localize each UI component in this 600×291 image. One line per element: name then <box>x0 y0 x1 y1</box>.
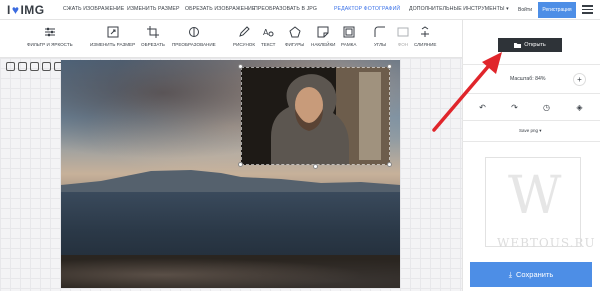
nav-link-convert-jpg[interactable]: ПРЕОБРАЗОВАТЬ В JPG <box>254 6 317 12</box>
crop-icon <box>146 26 159 38</box>
copy-icon[interactable] <box>42 62 51 71</box>
nav-link-photo-editor[interactable]: РЕДАКТОР ФОТОГРАФИЙ <box>334 6 400 12</box>
resize-handle[interactable] <box>387 64 392 69</box>
zoom-in-button[interactable]: + <box>573 73 586 86</box>
zoom-icon[interactable] <box>6 62 15 71</box>
pencil-icon <box>239 26 250 37</box>
tool-corners[interactable]: УГЛЫ <box>374 26 386 47</box>
tool-crop[interactable]: ОБРЕЗАТЬ <box>141 26 165 47</box>
sliders-icon <box>44 27 55 37</box>
tool-merge[interactable]: СЛИЯНИЕ <box>414 26 436 47</box>
watermark-logo: W <box>508 166 562 226</box>
save-format-select[interactable]: Save png ▾ <box>519 128 542 134</box>
sticker-icon <box>317 26 329 38</box>
text-icon: A <box>263 28 274 37</box>
hamburger-menu-icon[interactable] <box>582 5 593 14</box>
nav-link-crop[interactable]: ОБРЕЗАТЬ ИЗОБРАЖЕНИЕ <box>185 6 255 12</box>
nav-link-compress[interactable]: СЖАТЬ ИЗОБРАЖЕНИЕ <box>63 6 124 12</box>
logo[interactable]: I ♥ IMG <box>7 3 45 17</box>
tool-filter-brightness[interactable]: ФИЛЬТР И ЯРКОСТЬ <box>27 26 73 47</box>
login-button[interactable]: Войти <box>514 2 536 18</box>
merge-icon <box>421 26 430 37</box>
zoom-level-label: Масштаб: 84% <box>510 76 546 82</box>
register-button[interactable]: Регистрация <box>538 2 576 18</box>
resize-handle[interactable] <box>238 64 243 69</box>
divider <box>462 141 600 142</box>
shapes-icon <box>289 26 301 38</box>
tool-frame[interactable]: РАМКА <box>341 26 356 47</box>
red-arrow-annotation <box>432 52 502 132</box>
transform-icon <box>188 27 199 37</box>
selection-box[interactable] <box>241 67 390 165</box>
watermark-text: WEBTOUS.RU <box>497 236 596 250</box>
canvas-mini-toolbar <box>6 62 63 71</box>
tool-draw[interactable]: РИСУНОК <box>233 26 255 47</box>
mountain-silhouette <box>61 170 400 195</box>
resize-handle[interactable] <box>387 162 392 167</box>
layers-icon[interactable]: ◈ <box>573 101 586 114</box>
editor-toolbar: ФИЛЬТР И ЯРКОСТЬ ИЗМЕНИТЬ РАЗМЕР ОБРЕЗАТ… <box>0 20 462 58</box>
corners-icon <box>374 26 386 37</box>
save-button[interactable]: ⤓ Сохранить <box>470 262 592 287</box>
nav-link-resize[interactable]: ИЗМЕНИТЬ РАЗМЕР <box>127 6 180 12</box>
tool-text[interactable]: A ТЕКСТ <box>261 26 275 47</box>
download-icon: ⤓ <box>508 269 513 279</box>
tool-transform[interactable]: ПРЕОБРАЗОВАНИЕ <box>172 26 216 47</box>
svg-text:A: A <box>263 28 269 37</box>
flip-icon[interactable] <box>30 62 39 71</box>
trash-icon[interactable] <box>18 62 27 71</box>
rocks-foreground <box>61 255 400 288</box>
resize-handle[interactable] <box>238 162 243 167</box>
nav-link-more-tools[interactable]: ДОПОЛНИТЕЛЬНЫЕ ИНСТРУМЕНТЫ ▾ <box>409 6 509 12</box>
tool-stickers[interactable]: НАКЛЕЙКИ <box>311 26 335 47</box>
background-icon <box>397 27 409 37</box>
top-navigation: I ♥ IMG СЖАТЬ ИЗОБРАЖЕНИЕ ИЗМЕНИТЬ РАЗМЕР … <box>0 0 600 20</box>
tool-background: ФОН <box>397 26 409 47</box>
history-icon[interactable]: ◷ <box>540 101 553 114</box>
tool-resize[interactable]: ИЗМЕНИТЬ РАЗМЕР <box>90 26 135 47</box>
tool-shapes[interactable]: ФИГУРЫ <box>285 26 304 47</box>
frame-icon <box>343 26 355 38</box>
resize-icon <box>107 26 119 38</box>
resize-handle[interactable] <box>313 164 318 169</box>
heart-icon: ♥ <box>11 3 20 17</box>
image-preview: W <box>485 157 581 247</box>
folder-icon <box>514 43 522 48</box>
